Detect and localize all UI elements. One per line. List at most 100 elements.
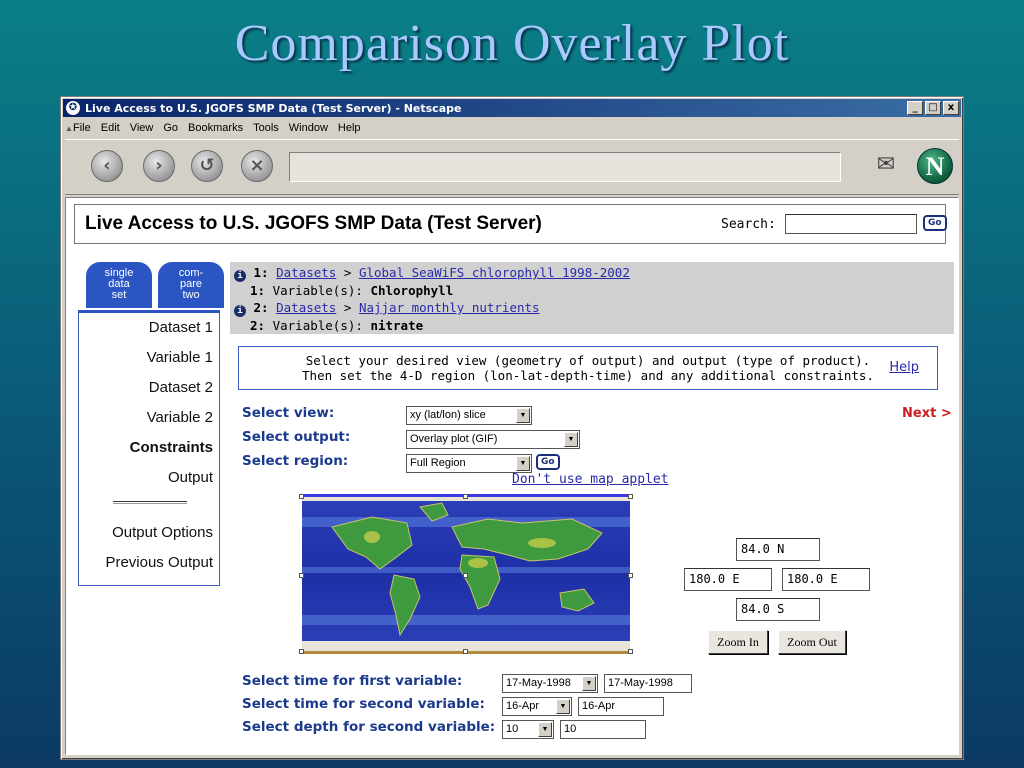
- region-handle-s[interactable]: [463, 649, 468, 654]
- sidebar-item-dataset-2[interactable]: Dataset 2: [79, 373, 219, 403]
- stop-icon[interactable]: ×: [241, 150, 273, 182]
- search-input[interactable]: [785, 214, 917, 234]
- sidebar-item-constraints[interactable]: Constraints: [79, 433, 219, 463]
- minimize-button[interactable]: _: [907, 101, 923, 115]
- menu-edit[interactable]: Edit: [101, 122, 120, 134]
- info-icon[interactable]: i: [234, 305, 246, 317]
- view-label: Select view:: [242, 405, 335, 421]
- mode-tabs: single data set com- pare two: [78, 262, 226, 312]
- lon-west-input[interactable]: 180.0 E: [684, 568, 772, 591]
- forward-icon[interactable]: ›: [143, 150, 175, 182]
- region-handle-center[interactable]: [463, 573, 468, 578]
- time2-select-value: 16-Apr: [506, 700, 540, 712]
- navigation-toolbar: ‹ › ↺ × ✉ N: [65, 139, 959, 195]
- menu-tools[interactable]: Tools: [253, 122, 279, 134]
- page-content: Live Access to U.S. JGOFS SMP Data (Test…: [65, 197, 959, 755]
- map-applet-link[interactable]: Don't use map applet: [512, 472, 669, 487]
- depth2-select[interactable]: 10 ▼: [502, 720, 554, 739]
- crumb-index: 1:: [253, 265, 269, 280]
- world-map-applet[interactable]: [299, 494, 633, 654]
- menu-go[interactable]: Go: [163, 122, 178, 134]
- toolbar-grip-icon[interactable]: ▲: [65, 124, 73, 133]
- instructions-box: Select your desired view (geometry of ou…: [238, 346, 938, 390]
- mail-icon[interactable]: ✉: [871, 152, 901, 178]
- region-handle-nw[interactable]: [299, 494, 304, 499]
- region-handle-e[interactable]: [628, 573, 633, 578]
- dataset-1-link[interactable]: Global SeaWiFS chlorophyll 1998-2002: [359, 265, 630, 280]
- window-title: Live Access to U.S. JGOFS SMP Data (Test…: [85, 101, 462, 115]
- window-titlebar[interactable]: ✪ Live Access to U.S. JGOFS SMP Data (Te…: [63, 99, 961, 117]
- menu-window[interactable]: Window: [289, 122, 328, 134]
- slide-title: Comparison Overlay Plot: [234, 15, 790, 72]
- crumb-label: Variable(s):: [272, 283, 363, 298]
- search-label: Search:: [721, 217, 776, 232]
- time2-input[interactable]: 16-Apr: [578, 697, 664, 716]
- menu-view[interactable]: View: [130, 122, 154, 134]
- view-select[interactable]: xy (lat/lon) slice ▼: [406, 406, 532, 425]
- info-icon[interactable]: i: [234, 270, 246, 282]
- time1-input[interactable]: 17-May-1998: [604, 674, 692, 693]
- menu-bar: ▲ File Edit View Go Bookmarks Tools Wind…: [65, 119, 959, 137]
- crumb-index: 1:: [250, 283, 266, 298]
- menu-bookmarks[interactable]: Bookmarks: [188, 122, 243, 134]
- crumb-separator: >: [343, 265, 352, 280]
- close-button[interactable]: x: [943, 101, 959, 115]
- help-link[interactable]: Help: [889, 360, 919, 375]
- search-go-button[interactable]: Go: [923, 215, 947, 231]
- page-header: Live Access to U.S. JGOFS SMP Data (Test…: [74, 204, 947, 244]
- chevron-down-icon: ▼: [564, 432, 578, 447]
- tab-single-data-set[interactable]: single data set: [86, 262, 152, 308]
- output-select-value: Overlay plot (GIF): [410, 433, 498, 445]
- region-handle-se[interactable]: [628, 649, 633, 654]
- lat-north-input[interactable]: 84.0 N: [736, 538, 820, 561]
- depth2-label: Select depth for second variable:: [242, 719, 496, 735]
- lon-east-input[interactable]: 180.0 E: [782, 568, 870, 591]
- reload-icon[interactable]: ↺: [191, 150, 223, 182]
- depth2-select-value: 10: [506, 723, 519, 735]
- region-go-button[interactable]: Go: [536, 454, 560, 470]
- datasets-link[interactable]: Datasets: [276, 300, 336, 315]
- sidebar-nav: Dataset 1 Variable 1 Dataset 2 Variable …: [78, 310, 220, 586]
- time2-select[interactable]: 16-Apr ▼: [502, 697, 572, 716]
- region-select-value: Full Region: [410, 457, 466, 469]
- url-bar[interactable]: [289, 152, 841, 182]
- sidebar-item-variable-1[interactable]: Variable 1: [79, 343, 219, 373]
- tab-compare-two[interactable]: com- pare two: [158, 262, 224, 308]
- region-handle-n[interactable]: [463, 494, 468, 499]
- sidebar-item-previous-output[interactable]: Previous Output: [79, 548, 219, 578]
- back-icon[interactable]: ‹: [91, 150, 123, 182]
- menu-file[interactable]: File: [73, 122, 91, 134]
- datasets-link[interactable]: Datasets: [276, 265, 336, 280]
- depth2-input[interactable]: 10: [560, 720, 646, 739]
- crumb-variable-1: 1: Variable(s): Chlorophyll: [234, 282, 954, 299]
- zoom-out-button[interactable]: Zoom Out: [778, 630, 846, 654]
- dataset-2-link[interactable]: Najjar monthly nutrients: [359, 300, 540, 315]
- lat-south-input[interactable]: 84.0 S: [736, 598, 820, 621]
- region-handle-w[interactable]: [299, 573, 304, 578]
- maximize-button[interactable]: □: [925, 101, 941, 115]
- time1-select[interactable]: 17-May-1998 ▼: [502, 674, 598, 693]
- chevron-down-icon: ▼: [516, 456, 530, 471]
- netscape-icon: ✪: [66, 101, 80, 115]
- sidebar-item-output[interactable]: Output: [79, 463, 219, 493]
- output-select[interactable]: Overlay plot (GIF) ▼: [406, 430, 580, 449]
- time2-label: Select time for second variable:: [242, 696, 485, 712]
- output-label: Select output:: [242, 429, 351, 445]
- region-select[interactable]: Full Region ▼: [406, 454, 532, 473]
- browser-window: ✪ Live Access to U.S. JGOFS SMP Data (Te…: [60, 96, 964, 760]
- crumb-dataset-2: i 2: Datasets > Najjar monthly nutrients: [234, 299, 954, 317]
- menu-help[interactable]: Help: [338, 122, 361, 134]
- variable-2-value: nitrate: [370, 318, 424, 333]
- time1-label: Select time for first variable:: [242, 673, 463, 689]
- zoom-in-button[interactable]: Zoom In: [708, 630, 768, 654]
- instructions-line-1: Select your desired view (geometry of ou…: [305, 353, 871, 368]
- sidebar-item-dataset-1[interactable]: Dataset 1: [79, 313, 219, 343]
- netscape-logo-icon[interactable]: N: [917, 148, 953, 184]
- crumb-index: 2:: [253, 300, 269, 315]
- region-handle-sw[interactable]: [299, 649, 304, 654]
- sidebar-item-variable-2[interactable]: Variable 2: [79, 403, 219, 433]
- region-handle-ne[interactable]: [628, 494, 633, 499]
- chevron-down-icon: ▼: [538, 722, 552, 737]
- sidebar-item-output-options[interactable]: Output Options: [79, 518, 219, 548]
- next-link[interactable]: Next >: [902, 406, 952, 421]
